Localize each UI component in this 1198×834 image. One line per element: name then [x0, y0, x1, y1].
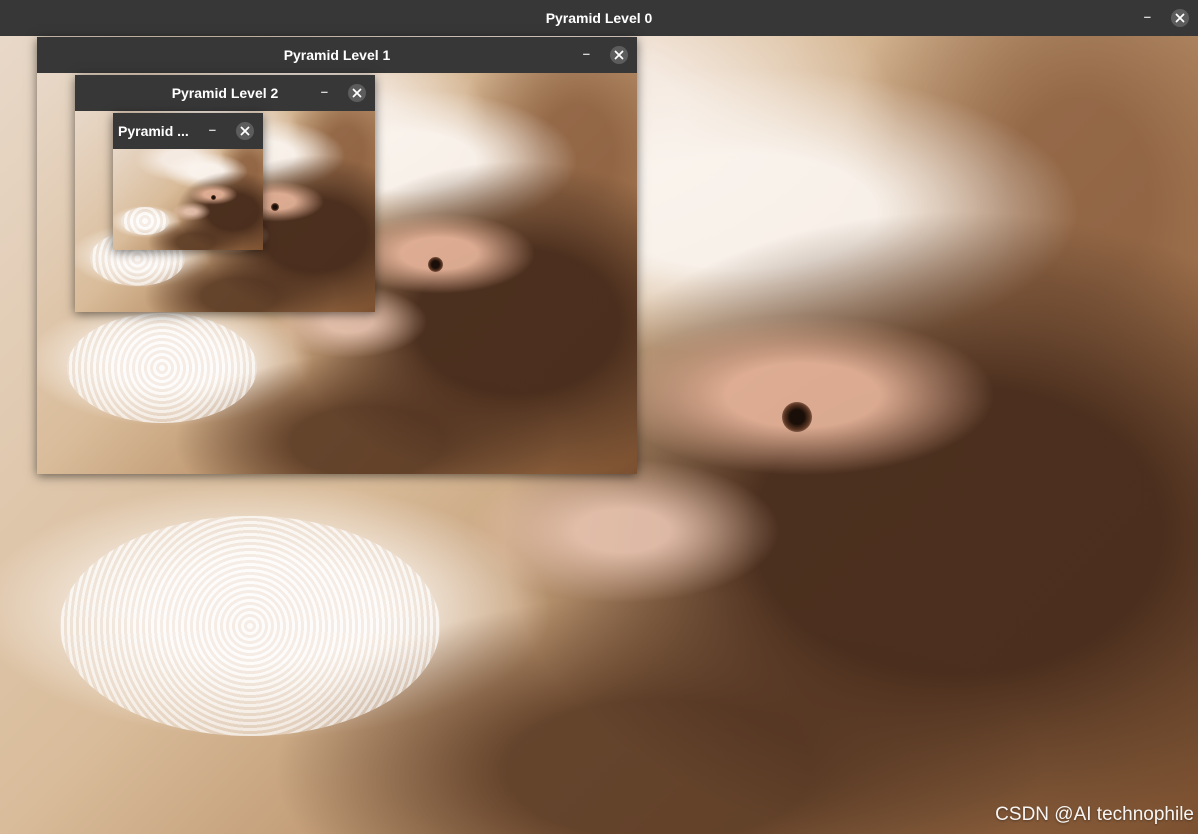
- close-button-level-1[interactable]: [610, 46, 628, 64]
- minimize-button-level-2[interactable]: –: [321, 85, 328, 98]
- titlebar-level-0[interactable]: Pyramid Level 0 –: [0, 0, 1198, 36]
- close-icon: [352, 88, 362, 98]
- eye: [428, 257, 443, 272]
- titlebar-level-3[interactable]: Pyramid ... –: [113, 113, 263, 149]
- lace-collar: [67, 313, 257, 423]
- window-title-level-0: Pyramid Level 0: [545, 10, 653, 26]
- close-button-level-0[interactable]: [1171, 9, 1189, 27]
- lace-collar: [60, 516, 440, 736]
- close-icon: [614, 50, 624, 60]
- watermark: CSDN @AI technophile: [995, 804, 1194, 825]
- eye: [271, 203, 279, 211]
- minimize-button-level-3[interactable]: –: [209, 123, 216, 136]
- minimize-button-level-1[interactable]: –: [583, 47, 590, 60]
- titlebar-level-1[interactable]: Pyramid Level 1 –: [37, 37, 637, 73]
- minimize-button-level-0[interactable]: –: [1144, 10, 1151, 23]
- close-icon: [240, 126, 250, 136]
- window-pyramid-level-3: Pyramid ... –: [113, 113, 263, 250]
- titlebar-level-2[interactable]: Pyramid Level 2 –: [75, 75, 375, 111]
- close-button-level-3[interactable]: [236, 122, 254, 140]
- eye: [211, 195, 216, 200]
- window-title-level-1: Pyramid Level 1: [283, 47, 391, 63]
- close-icon: [1175, 13, 1185, 23]
- window-title-level-3: Pyramid ...: [118, 123, 189, 139]
- photo-level-3: [113, 149, 263, 250]
- close-button-level-2[interactable]: [348, 84, 366, 102]
- eye: [782, 402, 812, 432]
- lace-collar: [121, 207, 169, 235]
- image-view-level-3: [113, 149, 263, 250]
- window-title-level-2: Pyramid Level 2: [171, 85, 279, 101]
